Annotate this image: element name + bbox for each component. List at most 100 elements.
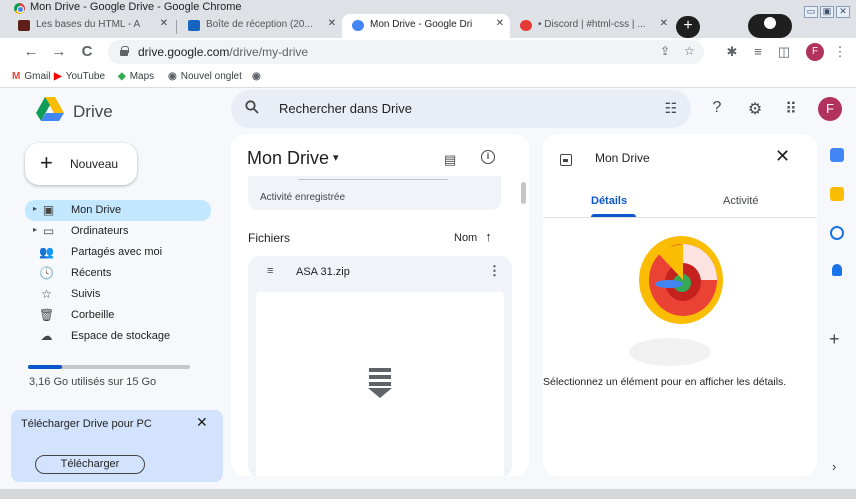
chevron-right-icon[interactable]: › (832, 459, 836, 474)
share-icon[interactable]: ⇪ (660, 44, 670, 58)
reload-icon[interactable]: C (78, 43, 96, 60)
add-addon-icon[interactable]: + (829, 329, 840, 350)
tab-favicon-icon (18, 20, 30, 31)
people-icon: 👥 (39, 245, 54, 259)
sort-by-name-button[interactable]: Nom ↑ (454, 229, 492, 244)
sidebar-item-computers[interactable]: ▸ ▭ Ordinateurs (25, 221, 211, 242)
browser-tab-active[interactable]: Mon Drive - Google Dri ✕ (342, 14, 510, 38)
bookmark-youtube[interactable]: ▶ YouTube (54, 71, 105, 82)
expand-caret-icon[interactable]: ▸ (33, 225, 37, 234)
search-bar[interactable]: Rechercher dans Drive ☷ (231, 90, 691, 128)
more-options-icon[interactable]: ⋮ (488, 263, 501, 279)
illustration-shadow (629, 338, 711, 366)
chrome-logo-icon (14, 3, 25, 14)
keep-icon[interactable] (830, 187, 844, 201)
sidebar-item-starred[interactable]: ☆ Suivis (25, 284, 211, 305)
plus-icon: + (40, 150, 53, 175)
file-thumbnail[interactable] (256, 292, 504, 476)
side-panel-icon[interactable]: ◫ (776, 44, 792, 60)
apps-grid-icon[interactable]: ⠿ (781, 99, 801, 119)
page-title-dropdown[interactable]: Mon Drive ▾ (247, 148, 339, 169)
chrome-profile-avatar[interactable]: F (806, 43, 824, 61)
trash-icon: 🗑 (39, 308, 55, 322)
scrollbar-thumb[interactable] (521, 182, 526, 204)
browser-tab[interactable]: Boîte de réception (20... ✕ (178, 14, 342, 38)
tab-separator (176, 20, 177, 34)
file-card[interactable]: ≡ ASA 31.zip ⋮ (248, 256, 512, 476)
tasks-icon[interactable] (830, 226, 844, 240)
sidebar-item-label: Corbeille (71, 309, 115, 321)
tab-close-icon[interactable]: ✕ (160, 18, 168, 29)
tab-close-icon[interactable]: ✕ (660, 18, 668, 29)
browser-tab[interactable]: Les bases du HTML - A ✕ (8, 14, 174, 38)
list-view-icon[interactable]: ▤ (444, 152, 456, 168)
forward-arrow-icon[interactable]: → (50, 43, 68, 60)
dropdown-caret-icon: ▾ (333, 152, 339, 164)
maximize-button[interactable]: ▣ (820, 6, 834, 18)
bookmark-new-tab[interactable]: ◉ Nouvel onglet (168, 71, 242, 82)
reading-list-icon[interactable]: ≡ (750, 44, 766, 59)
drive-folder-icon (560, 154, 572, 166)
search-options-icon[interactable]: ☷ (664, 100, 677, 117)
sidebar-item-shared[interactable]: 👥 Partagés avec moi (25, 242, 211, 263)
tab-close-icon[interactable]: ✕ (328, 18, 336, 29)
activity-card[interactable]: Activité enregistrée (248, 176, 501, 210)
divider (543, 217, 817, 218)
bookmark-unnamed[interactable]: ◉ (252, 71, 265, 82)
details-panel: Mon Drive ✕ Détails Activité Sélectionne… (543, 134, 817, 476)
sidebar-item-trash[interactable]: 🗑 Corbeille (25, 305, 211, 326)
drive-logo-icon[interactable] (36, 97, 64, 121)
sidebar-item-my-drive[interactable]: ▸ ▣ Mon Drive (25, 200, 211, 221)
expand-caret-icon[interactable]: ▸ (33, 204, 37, 213)
computer-icon: ▭ (42, 224, 55, 238)
download-drive-promo: Télécharger Drive pour PC ✕ Télécharger (11, 410, 223, 482)
new-button[interactable]: + Nouveau (25, 143, 137, 185)
close-icon[interactable]: ✕ (775, 146, 790, 167)
info-icon[interactable]: i (481, 150, 495, 164)
tab-close-icon[interactable]: ✕ (496, 18, 504, 29)
gmail-icon: M (12, 71, 21, 82)
help-icon[interactable]: ? (707, 99, 727, 117)
settings-gear-icon[interactable]: ⚙ (745, 99, 765, 119)
bookmark-gmail[interactable]: M Gmail (12, 71, 50, 82)
drive-brand-name[interactable]: Drive (73, 102, 113, 122)
sidebar-item-storage[interactable]: ☁ Espace de stockage (25, 326, 211, 347)
storage-quota-text[interactable]: 3,16 Go utilisés sur 15 Go (29, 376, 156, 388)
chrome-menu-icon[interactable]: ⋮ (832, 44, 848, 60)
contacts-icon[interactable] (832, 264, 842, 276)
tab-search-button[interactable] (748, 14, 792, 38)
download-button[interactable]: Télécharger (35, 455, 145, 474)
tab-favicon-icon (188, 20, 200, 31)
files-section-label: Fichiers (248, 231, 291, 245)
back-arrow-icon[interactable]: ← (22, 43, 40, 60)
url-text[interactable]: drive.google.com/drive/my-drive (138, 45, 308, 59)
extensions-puzzle-icon[interactable]: ✱ (724, 44, 740, 60)
tab-favicon-icon (352, 20, 364, 31)
tab-details[interactable]: Détails (591, 195, 627, 207)
address-bar[interactable]: drive.google.com/drive/my-drive ⇪ ☆ (108, 40, 704, 64)
bookmark-maps[interactable]: ◆ Maps (118, 71, 154, 82)
window-title: Mon Drive - Google Drive - Google Chrome (30, 1, 242, 13)
account-avatar[interactable]: F (818, 97, 842, 121)
details-empty-message: Sélectionnez un élément pour en afficher… (543, 376, 787, 388)
sidebar-item-label: Récents (71, 267, 112, 279)
star-icon: ☆ (41, 287, 52, 301)
calendar-icon[interactable] (830, 148, 844, 162)
divider (298, 179, 448, 180)
tab-label: Mon Drive - Google Dri (370, 19, 473, 30)
globe-icon: ◉ (252, 71, 261, 82)
bookmark-star-icon[interactable]: ☆ (684, 44, 695, 58)
search-icon[interactable] (245, 100, 259, 114)
sidebar-item-recent[interactable]: 🕓 Récents (25, 263, 211, 284)
close-window-button[interactable]: ✕ (836, 6, 850, 18)
tab-activity[interactable]: Activité (723, 195, 758, 207)
browser-tab[interactable]: • Discord | #html-css | ... ✕ (510, 14, 674, 38)
close-icon[interactable]: ✕ (196, 414, 208, 431)
sidebar-item-label: Espace de stockage (71, 330, 171, 342)
search-input[interactable]: Rechercher dans Drive (279, 101, 412, 116)
new-tab-button[interactable]: + (676, 16, 700, 38)
sidebar-item-label: Ordinateurs (71, 225, 129, 237)
browser-title-bar: Mon Drive - Google Drive - Google Chrome… (0, 0, 856, 38)
minimize-button[interactable]: ▭ (804, 6, 818, 18)
promo-text: Télécharger Drive pour PC (21, 418, 152, 430)
